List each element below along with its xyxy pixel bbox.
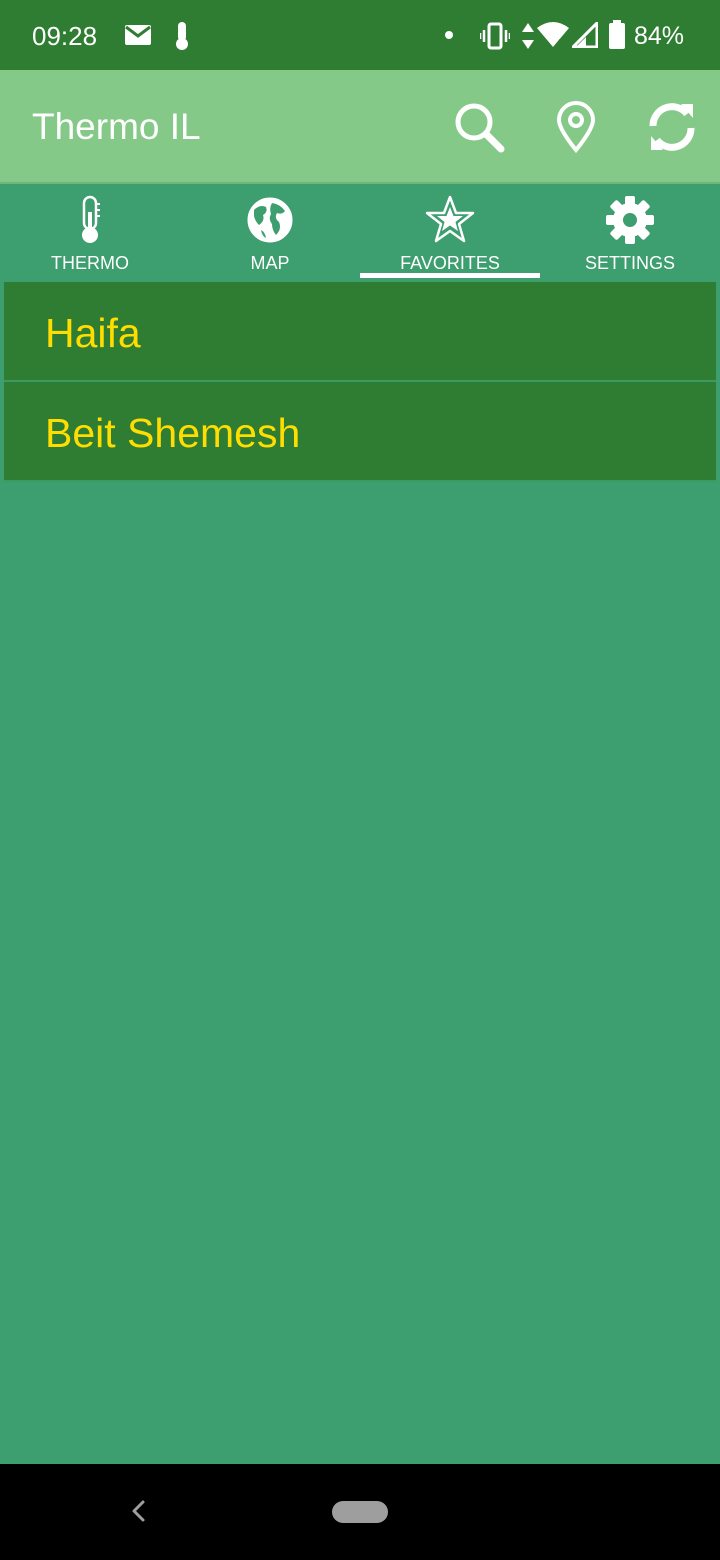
gear-icon	[606, 196, 654, 244]
dot-icon	[445, 31, 453, 39]
tab-favorites-label: FAVORITES	[400, 253, 500, 273]
tab-bar: THERMO MAP FAVORITES SETTINGS	[0, 184, 720, 280]
tab-thermo[interactable]: THERMO	[0, 184, 180, 280]
data-arrows-icon	[522, 23, 534, 49]
vibrate-icon	[480, 22, 510, 50]
refresh-icon	[649, 103, 695, 151]
thermometer-icon	[82, 195, 100, 243]
city-name: Haifa	[45, 310, 141, 356]
favorites-list: Haifa Beit Shemesh	[4, 282, 716, 482]
battery-percentage: 84%	[634, 22, 685, 50]
search-button[interactable]	[452, 100, 506, 154]
mail-icon	[125, 25, 151, 45]
app-title: Thermo IL	[32, 106, 201, 147]
tab-settings-label: SETTINGS	[584, 253, 675, 273]
tab-settings[interactable]: SETTINGS	[540, 184, 720, 280]
tab-map[interactable]: MAP	[180, 184, 360, 280]
home-pill-button[interactable]	[332, 1501, 388, 1523]
wifi-icon: 4	[537, 22, 569, 48]
search-icon	[455, 103, 505, 153]
location-pin-icon	[556, 101, 596, 154]
status-time: 09:28	[32, 21, 98, 51]
status-bar: 09:28 4 84%	[0, 0, 720, 70]
navigation-bar	[0, 1464, 720, 1560]
tab-map-label: MAP	[250, 253, 290, 273]
signal-icon	[572, 22, 598, 48]
tab-selected-indicator	[360, 273, 540, 278]
star-icon	[425, 195, 475, 243]
back-icon[interactable]	[124, 1496, 154, 1526]
list-item[interactable]: Beit Shemesh	[4, 382, 716, 482]
thermometer-notification-icon	[176, 22, 188, 50]
battery-icon	[609, 20, 625, 49]
location-button[interactable]	[549, 100, 603, 154]
list-item[interactable]: Haifa	[4, 282, 716, 382]
tab-favorites[interactable]: FAVORITES	[360, 184, 540, 280]
tab-thermo-label: THERMO	[51, 253, 129, 273]
city-name: Beit Shemesh	[45, 410, 301, 456]
refresh-button[interactable]	[645, 100, 699, 154]
globe-icon	[246, 196, 294, 244]
svg-text:4: 4	[556, 38, 562, 48]
app-bar: Thermo IL	[0, 70, 720, 182]
